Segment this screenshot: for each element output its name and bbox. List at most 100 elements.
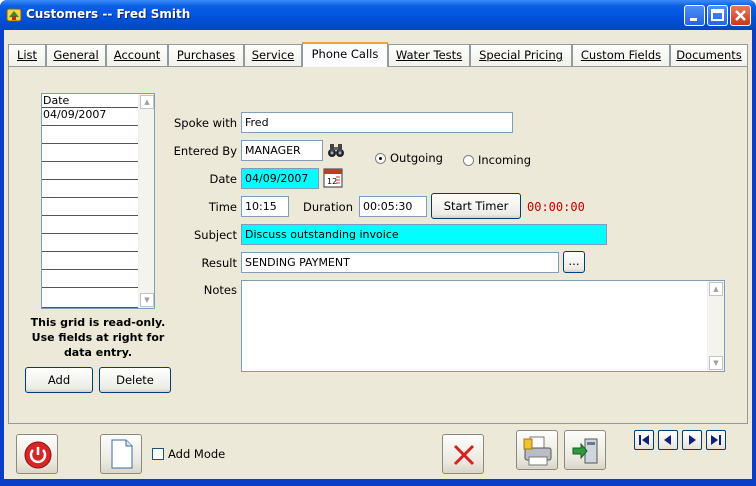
next-record-icon: [689, 435, 696, 445]
result-field[interactable]: SENDING PAYMENT: [241, 252, 559, 273]
tab-label: General: [53, 48, 99, 62]
grid-row[interactable]: [42, 270, 138, 288]
time-label: Time: [208, 200, 237, 214]
outgoing-radio[interactable]: [375, 153, 386, 164]
spoke-with-label: Spoke with: [173, 116, 237, 130]
duration-field[interactable]: 00:05:30: [359, 196, 427, 217]
minimize-icon: [690, 18, 697, 21]
notes-textarea[interactable]: [241, 280, 725, 372]
maximize-button[interactable]: [707, 5, 728, 26]
previous-record-icon: [664, 435, 671, 445]
tab-custom-fields[interactable]: Custom Fields: [572, 44, 670, 66]
spoke-with-field[interactable]: Fred: [241, 112, 513, 133]
grid-column-header[interactable]: Date: [42, 94, 138, 108]
subject-label: Subject: [194, 228, 237, 242]
tab-label: Purchases: [176, 48, 236, 62]
print-button[interactable]: [516, 430, 558, 470]
grid-row[interactable]: [42, 126, 138, 144]
entered-by-field[interactable]: MANAGER: [241, 140, 323, 161]
grid-row[interactable]: [42, 216, 138, 234]
title-bar[interactable]: Customers -- Fred Smith: [0, 0, 756, 30]
tab-account[interactable]: Account: [106, 44, 168, 66]
scroll-up-icon[interactable]: ▲: [140, 95, 154, 109]
tab-label: Account: [113, 48, 161, 62]
export-icon: [572, 438, 598, 464]
tab-label: Documents: [676, 48, 742, 62]
tab-water-tests[interactable]: Water Tests: [388, 44, 470, 66]
next-record-button[interactable]: [682, 430, 702, 450]
grid-row[interactable]: [42, 180, 138, 198]
duration-label: Duration: [303, 200, 353, 214]
outgoing-label[interactable]: Outgoing: [390, 151, 443, 165]
tab-phone-calls[interactable]: Phone Calls: [302, 42, 388, 67]
phone-calls-panel: Date 04/09/2007 ▲ ▼ This grid is read-on…: [8, 66, 748, 424]
tab-special-pricing[interactable]: Special Pricing: [470, 44, 572, 66]
customer-window: Customers -- Fred Smith List General Acc…: [0, 0, 756, 486]
first-record-button[interactable]: [634, 430, 654, 450]
tab-label: Phone Calls: [311, 47, 379, 61]
tab-service[interactable]: Service: [244, 44, 302, 66]
grid-row[interactable]: [42, 162, 138, 180]
calendar-icon[interactable]: 12: [323, 168, 343, 188]
incoming-label[interactable]: Incoming: [478, 153, 531, 167]
tab-label: Service: [251, 48, 295, 62]
maximize-icon: [711, 9, 724, 21]
window-bottom-border: [4, 479, 752, 482]
last-record-icon: [711, 435, 721, 445]
result-lookup-button[interactable]: ...: [563, 251, 585, 273]
close-icon: [735, 10, 746, 21]
grid-row[interactable]: 04/09/2007: [42, 108, 138, 126]
cancel-x-icon: [453, 444, 475, 466]
result-label: Result: [201, 256, 237, 270]
export-button[interactable]: [564, 430, 606, 470]
add-call-button[interactable]: Add: [25, 367, 93, 393]
grid-row[interactable]: [42, 288, 138, 308]
tab-label: Water Tests: [395, 48, 463, 62]
last-record-button[interactable]: [706, 430, 726, 450]
tab-label: Special Pricing: [479, 48, 563, 62]
grid-rows: 04/09/2007: [42, 108, 138, 308]
timer-display: 00:00:00: [527, 200, 585, 214]
grid-row[interactable]: [42, 252, 138, 270]
tab-list[interactable]: List: [8, 44, 46, 66]
first-record-icon: [639, 435, 649, 445]
tab-purchases[interactable]: Purchases: [168, 44, 244, 66]
notes-label: Notes: [203, 283, 237, 297]
exit-button[interactable]: [16, 434, 58, 474]
delete-call-button[interactable]: Delete: [99, 367, 171, 393]
tab-documents[interactable]: Documents: [670, 44, 748, 66]
client-area: List General Account Purchases Service P…: [4, 30, 752, 482]
grid-row[interactable]: [42, 144, 138, 162]
grid-read-only-note: This grid is read-only. Use fields at ri…: [30, 316, 166, 359]
tab-label: Custom Fields: [580, 48, 662, 62]
scroll-up-icon[interactable]: ▲: [709, 282, 723, 296]
date-label: Date: [209, 172, 238, 186]
power-icon: [24, 441, 52, 469]
notes-scrollbar[interactable]: ▲ ▼: [707, 281, 724, 371]
scroll-down-icon[interactable]: ▼: [140, 293, 154, 307]
close-button[interactable]: [730, 5, 751, 26]
time-field[interactable]: 10:15: [241, 196, 289, 217]
new-record-button[interactable]: [100, 434, 142, 474]
grid-row[interactable]: [42, 198, 138, 216]
add-mode-label[interactable]: Add Mode: [168, 447, 225, 461]
phone-calls-grid[interactable]: Date 04/09/2007 ▲ ▼: [41, 93, 155, 309]
binoculars-icon[interactable]: [327, 141, 345, 159]
window-title: Customers -- Fred Smith: [26, 7, 191, 21]
tab-general[interactable]: General: [46, 44, 106, 66]
entered-by-label: Entered By: [173, 144, 237, 158]
start-timer-button[interactable]: Start Timer: [431, 193, 521, 219]
grid-scrollbar[interactable]: ▲ ▼: [138, 94, 154, 308]
previous-record-button[interactable]: [658, 430, 678, 450]
scroll-down-icon[interactable]: ▼: [709, 356, 723, 370]
date-field[interactable]: 04/09/2007: [241, 168, 319, 189]
add-mode-checkbox[interactable]: [152, 448, 164, 460]
tab-label: List: [16, 48, 38, 62]
new-document-icon: [111, 439, 133, 469]
customers-app-icon: [6, 8, 22, 22]
cancel-button[interactable]: [442, 434, 484, 474]
minimize-button[interactable]: [684, 5, 705, 26]
subject-field[interactable]: Discuss outstanding invoice: [241, 224, 607, 245]
grid-row[interactable]: [42, 234, 138, 252]
incoming-radio[interactable]: [463, 155, 474, 166]
